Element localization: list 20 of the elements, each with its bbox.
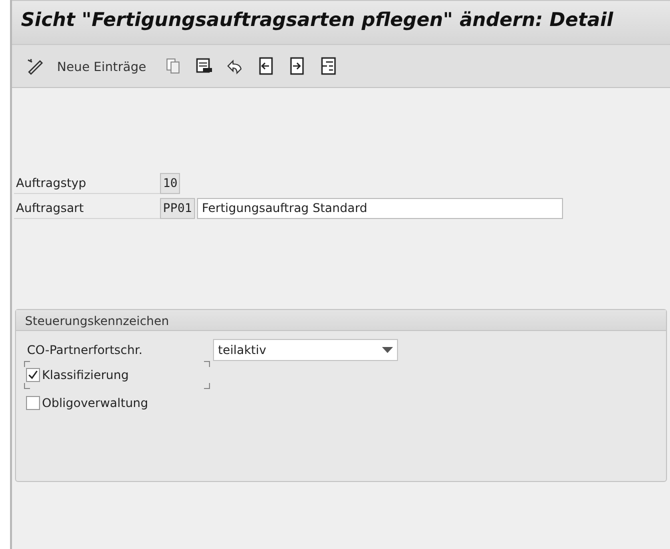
code-field: PP01 [160,198,195,219]
next-page-icon[interactable] [288,57,306,75]
checkbox[interactable] [26,368,40,382]
code-field: 10 [160,173,180,194]
select-block-icon[interactable] [319,57,338,75]
window-title: Sicht "Fertigungsauftragsarten pflegen" ändern: Detail [20,8,614,31]
dropdown[interactable]: teilaktiv [213,339,398,361]
checkbox[interactable] [26,396,40,410]
field-label: CO-Partnerfortschr. [27,343,144,357]
group-title: Steuerungskennzeichen [24,313,170,330]
description-field[interactable]: Fertigungsauftrag Standard [196,198,563,219]
delete-row-icon[interactable] [195,57,214,75]
checkbox-label[interactable]: Klassifizierung [42,368,129,382]
previous-page-icon[interactable] [257,57,276,75]
caret-icon [382,347,393,353]
pencil-icon[interactable] [26,57,44,75]
undo-icon[interactable] [226,57,244,75]
checkbox-label[interactable]: Obligoverwaltung [42,396,148,410]
new-entries-button[interactable]: Neue Einträge [57,58,146,74]
copy-icon[interactable] [164,57,182,75]
